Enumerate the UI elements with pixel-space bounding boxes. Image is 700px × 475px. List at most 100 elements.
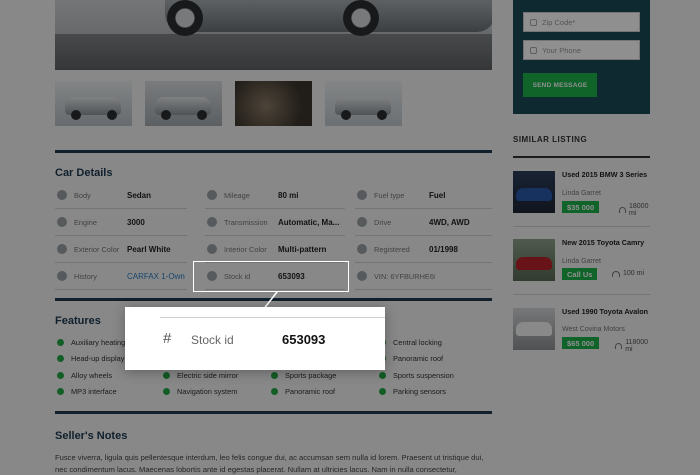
feature-item: Electric side mirror <box>177 371 239 380</box>
stock-id-value: 653093 <box>282 332 326 347</box>
listing-title[interactable]: Used 2015 BMW 3 Series <box>562 170 652 180</box>
check-icon <box>163 372 170 379</box>
gallery-thumbnail-1[interactable] <box>55 81 132 126</box>
check-icon <box>379 388 386 395</box>
listing-separator <box>513 294 650 295</box>
feature-item: Panoramic roof <box>285 387 336 396</box>
detail-label: Fuel type <box>374 190 405 200</box>
detail-value: VIN: 6YFBURHE6FF213 <box>374 271 435 281</box>
sellers-notes-text: Fusce viverra, ligula quis pellentesque … <box>55 453 484 474</box>
carfax-link[interactable]: CARFAX 1-Owner <box>127 272 185 281</box>
detail-cell: Exterior Color Pearl White <box>55 236 187 263</box>
history-icon <box>57 271 67 281</box>
engine-icon <box>57 217 67 227</box>
send-message-button[interactable]: SEND MESSAGE <box>523 73 597 97</box>
listing-seller: Linda Garret <box>562 258 601 265</box>
color-icon <box>207 244 217 254</box>
listing-mileage: 18000 mi <box>619 203 653 217</box>
similar-listing-item[interactable]: Used 1990 Toyota Avalon West Covina Moto… <box>513 307 653 368</box>
check-icon <box>57 355 64 362</box>
listing-thumbnail[interactable] <box>513 171 555 213</box>
detail-cell: Drive 4WD, AWD <box>355 209 492 236</box>
fuel-icon <box>357 190 367 200</box>
listing-mileage: 100 mi <box>612 270 644 277</box>
detail-cell: Body Sedan <box>55 182 187 209</box>
feature-item: MP3 interface <box>71 387 117 396</box>
detail-value: Automatic, Ma... <box>278 217 340 227</box>
gallery-thumbnail-4[interactable] <box>325 81 402 126</box>
page: Car Details Body Sedan Mileage 80 mi Fuel ty… <box>0 0 700 475</box>
feature-item: Sports package <box>285 371 337 380</box>
listing-separator <box>513 226 650 227</box>
key-icon <box>357 244 367 254</box>
gallery-thumbnail-3[interactable] <box>235 81 312 126</box>
car-body-icon <box>57 190 67 200</box>
listing-thumbnail[interactable] <box>513 308 555 350</box>
similar-listing-divider <box>513 156 650 158</box>
check-icon <box>57 388 64 395</box>
stock-id-zoom-callout: # Stock id 653093 <box>125 307 385 370</box>
detail-label: Body <box>74 190 91 200</box>
detail-value: Sedan <box>127 190 152 200</box>
drive-icon <box>357 217 367 227</box>
detail-value: Fuel <box>429 190 446 200</box>
check-icon <box>379 372 386 379</box>
speedometer-icon <box>619 207 626 213</box>
phone-input[interactable]: Your Phone <box>523 40 640 60</box>
section-divider <box>55 298 492 301</box>
detail-value: 3000 <box>127 217 145 227</box>
detail-label: Interior Color <box>224 244 267 254</box>
check-icon <box>271 388 278 395</box>
detail-label: Transmission <box>224 217 268 227</box>
contact-form: Zip Code* Your Phone SEND MESSAGE <box>513 0 650 114</box>
detail-label: Drive <box>374 217 392 227</box>
features-title: Features <box>55 315 101 327</box>
zip-code-input[interactable]: Zip Code* <box>523 12 640 32</box>
detail-value: 01/1998 <box>429 244 458 254</box>
listing-title[interactable]: New 2015 Toyota Camry <box>562 238 652 248</box>
feature-item: Navigation system <box>177 387 238 396</box>
similar-listing-item[interactable]: Used 2015 BMW 3 Series Linda Garret $35 … <box>513 170 653 231</box>
section-divider <box>55 411 492 414</box>
listing-title[interactable]: Used 1990 Toyota Avalon <box>562 307 652 317</box>
feature-item: Central locking <box>393 338 442 347</box>
car-details-title: Car Details <box>55 167 113 179</box>
listing-price: $35 000 <box>562 201 600 213</box>
check-icon <box>163 388 170 395</box>
detail-label: Exterior Color <box>74 244 120 254</box>
section-divider <box>55 150 492 153</box>
transmission-icon <box>207 217 217 227</box>
gallery-thumbnail-2[interactable] <box>145 81 222 126</box>
callout-divider <box>160 317 385 318</box>
color-icon <box>57 244 67 254</box>
speedometer-icon <box>207 190 217 200</box>
detail-cell: Transmission Automatic, Ma... <box>205 209 345 236</box>
listing-price: $65 000 <box>562 337 600 349</box>
similar-listing-item[interactable]: New 2015 Toyota Camry Linda Garret Call … <box>513 238 653 299</box>
check-icon <box>57 372 64 379</box>
main-car-photo[interactable] <box>55 0 492 70</box>
feature-item: Parking sensors <box>393 387 446 396</box>
detail-label: Registered <box>374 244 410 254</box>
detail-label: Engine <box>74 217 98 227</box>
detail-cell: Engine 3000 <box>55 209 187 236</box>
stock-id-label: Stock id <box>191 333 234 347</box>
detail-cell: Fuel type Fuel <box>355 182 492 209</box>
listing-seller: Linda Garret <box>562 190 601 197</box>
hash-icon: # <box>163 330 172 347</box>
detail-cell: Mileage 80 mi <box>205 182 345 209</box>
feature-item: Sports suspension <box>393 371 454 380</box>
detail-value: Multi-pattern <box>278 244 327 254</box>
feature-item: Alloy wheels <box>71 371 113 380</box>
location-icon <box>530 19 537 26</box>
similar-listing-title: SIMILAR LISTING <box>513 135 588 144</box>
detail-value: 80 mi <box>278 190 299 200</box>
feature-item: Auxiliary heating <box>71 338 126 347</box>
speedometer-icon <box>612 270 620 277</box>
detail-cell: History CARFAX 1-Owner <box>55 263 187 290</box>
listing-thumbnail[interactable] <box>513 239 555 281</box>
detail-label: History <box>74 271 97 281</box>
feature-item: Panoramic roof <box>393 354 444 363</box>
detail-cell: Registered 01/1998 <box>355 236 492 263</box>
detail-value: Pearl White <box>127 244 171 254</box>
